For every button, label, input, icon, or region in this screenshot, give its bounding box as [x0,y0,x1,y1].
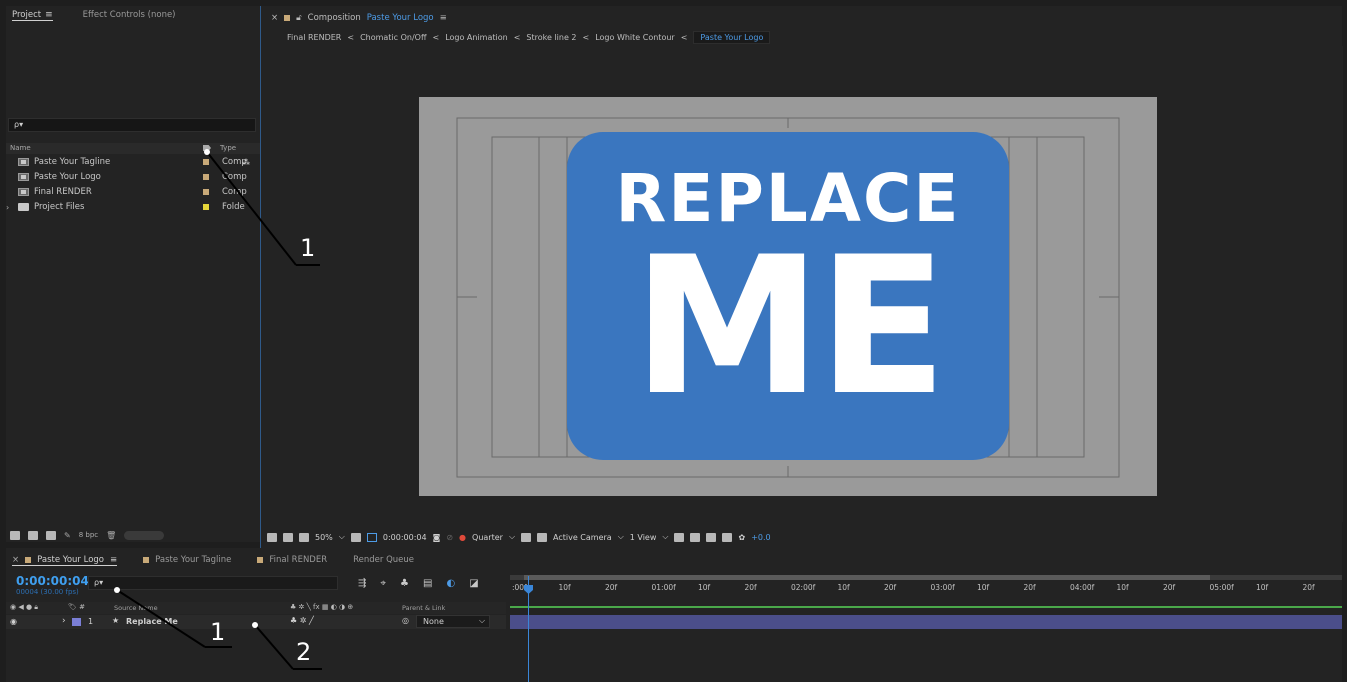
after-effects-window: Project ≡ Effect Controls (none) ρ▾ Name … [0,0,1347,682]
annotation-number: 1 [300,234,316,262]
annotation-number: 1 [210,618,226,646]
annotation-overlay [114,149,322,670]
annotation-number: 2 [296,638,312,666]
